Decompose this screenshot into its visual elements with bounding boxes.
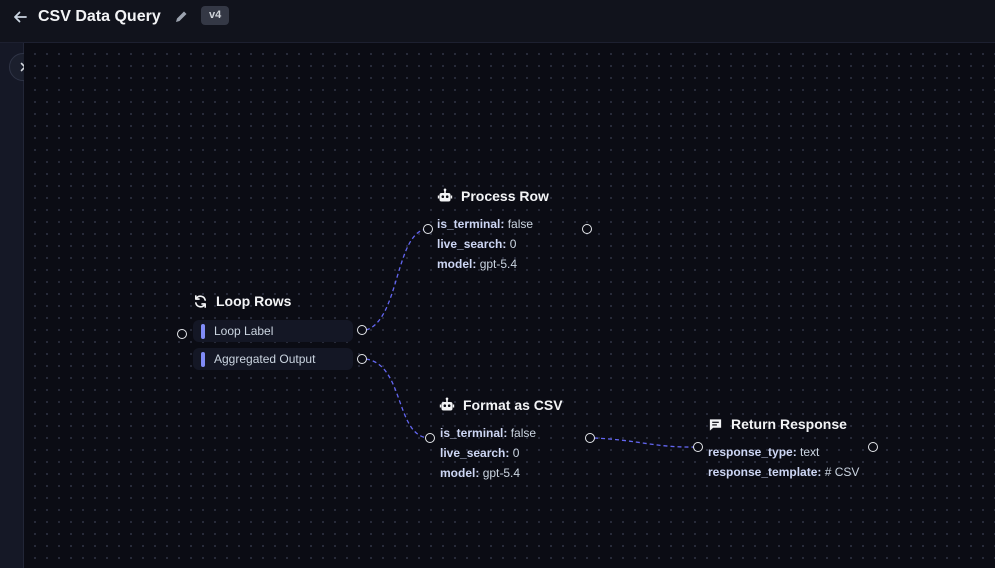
loop-icon [195,294,206,308]
robot-icon [439,397,455,411]
format-csv-field-is-terminal: is_terminal: false [440,426,537,440]
format-csv-field-live-search: live_search: 0 [440,446,520,460]
item-marker [201,323,205,339]
back-arrow-icon[interactable] [11,8,29,26]
process-row-field-model: model: gpt-5.4 [437,257,518,271]
loop-label-output-handle[interactable] [357,325,367,335]
item-marker [201,351,205,367]
node-title-text: Process Row [461,188,549,204]
loop-item-aggregated-output[interactable]: Aggregated Output [193,348,353,370]
format-csv-field-model: model: gpt-5.4 [440,466,521,480]
node-process-row-title[interactable]: Process Row [437,187,549,205]
pencil-icon[interactable] [174,9,189,24]
chat-bubble-icon [709,418,722,431]
loop-rows-input-handle[interactable] [177,329,187,339]
node-return-response-title[interactable]: Return Response [708,415,847,433]
process-row-field-live-search: live_search: 0 [437,237,517,251]
node-title-text: Loop Rows [216,293,292,309]
format-csv-input-handle[interactable] [425,433,435,443]
return-response-input-handle[interactable] [693,442,703,452]
robot-icon [437,188,453,202]
return-response-field-response-template: response_template: # CSV [708,465,860,479]
return-response-output-handle[interactable] [868,442,878,452]
node-title-text: Return Response [731,416,847,432]
collapsed-sidebar [0,43,24,568]
process-row-output-handle[interactable] [582,224,592,234]
flow-canvas[interactable] [24,43,995,568]
aggregated-output-handle[interactable] [357,354,367,364]
loop-item-label: Loop Label [214,324,274,338]
page-title: CSV Data Query [38,8,161,25]
loop-item-label: Aggregated Output [214,352,316,366]
node-format-csv-title[interactable]: Format as CSV [439,396,563,414]
version-badge: v4 [201,6,230,25]
process-row-input-handle[interactable] [423,224,433,234]
top-bar: CSV Data Query v4 [0,0,995,43]
process-row-field-is-terminal: is_terminal: false [437,217,534,231]
format-csv-output-handle[interactable] [585,433,595,443]
return-response-field-response-type: response_type: text [708,445,820,459]
node-loop-rows-title[interactable]: Loop Rows [193,292,291,310]
node-title-text: Format as CSV [463,397,563,413]
loop-item-loop-label[interactable]: Loop Label [193,320,353,342]
